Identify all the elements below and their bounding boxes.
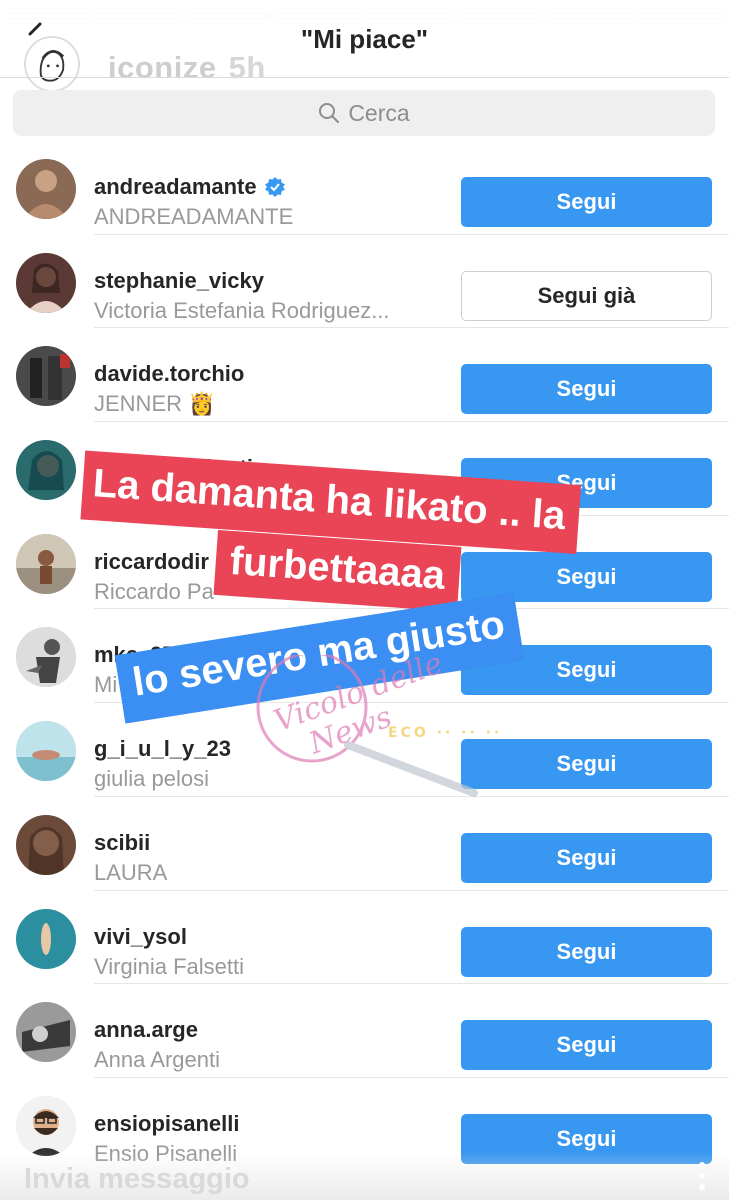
avatar[interactable]	[16, 252, 76, 313]
progress-segment	[638, 14, 723, 18]
full-name: JENNER 👸	[94, 391, 215, 417]
progress-segment	[186, 14, 272, 18]
follow-button[interactable]: Segui	[461, 177, 712, 227]
avatar[interactable]	[16, 721, 76, 782]
story-progress	[6, 14, 723, 18]
progress-segment	[548, 14, 633, 18]
username[interactable]: stephanie_vicky	[94, 268, 264, 294]
avatar[interactable]	[16, 533, 76, 594]
avatar[interactable]	[16, 908, 76, 969]
username-text[interactable]: andreadamante	[94, 174, 257, 200]
list-item[interactable]: stephanie_vicky Victoria Estefania Rodri…	[0, 235, 729, 329]
progress-segment	[6, 14, 91, 18]
story-username[interactable]: iconize	[108, 50, 217, 85]
full-name: Anna Argenti	[94, 1047, 220, 1073]
search-placeholder: Cerca	[348, 99, 410, 126]
username[interactable]: andreadamante	[94, 174, 285, 200]
more-options-icon[interactable]	[699, 1162, 705, 1190]
username[interactable]: vivi_ysol	[94, 924, 187, 950]
full-name-text: JENNER	[94, 391, 183, 417]
progress-segment	[96, 14, 181, 18]
follow-button[interactable]: Segui	[461, 739, 712, 790]
list-item[interactable]: anna.arge Anna Argenti Segui	[0, 984, 729, 1078]
avatar[interactable]	[16, 814, 76, 875]
story-reply-bar[interactable]: Invia messaggio	[0, 1152, 729, 1200]
full-name: Virginia Falsetti	[94, 953, 244, 979]
progress-segment	[277, 14, 362, 18]
search-icon	[319, 103, 340, 124]
username[interactable]: scibii	[94, 830, 150, 856]
list-item[interactable]: vivi_ysol Virginia Falsetti Segui	[0, 891, 729, 985]
username[interactable]: g_i_u_l_y_23	[94, 736, 231, 762]
full-name: Mi	[94, 672, 118, 698]
message-input[interactable]: Invia messaggio	[24, 1163, 250, 1196]
full-name: LAURA	[94, 859, 168, 885]
story-time: 5h	[228, 50, 266, 85]
username[interactable]: anna.arge	[94, 1017, 198, 1043]
follow-button[interactable]: Segui	[461, 1020, 712, 1071]
header: iconize 5h "Mi piace"	[0, 0, 729, 92]
username[interactable]: ensiopisanelli	[94, 1111, 240, 1137]
following-button[interactable]: Segui già	[461, 270, 712, 321]
list-item[interactable]: g_i_u_l_y_23 giulia pelosi Segui	[0, 703, 729, 797]
avatar[interactable]	[16, 1002, 76, 1063]
full-name: giulia pelosi	[94, 766, 209, 792]
username[interactable]: davide.torchio	[94, 361, 244, 387]
list-item[interactable]: andreadamante ANDREADAMANTE Segui	[0, 141, 729, 235]
princess-emoji-icon: 👸	[188, 391, 216, 417]
avatar[interactable]	[16, 346, 76, 407]
avatar[interactable]	[16, 627, 76, 688]
full-name: Victoria Estefania Rodriguez...	[94, 297, 390, 323]
follow-button[interactable]: Segui	[461, 832, 712, 883]
page-title: "Mi piace"	[300, 24, 429, 54]
header-divider	[0, 77, 729, 78]
full-name: ANDREADAMANTE	[94, 204, 294, 229]
avatar[interactable]	[16, 1095, 76, 1156]
search-bar[interactable]: Cerca	[13, 90, 715, 136]
avatar[interactable]	[16, 159, 76, 219]
list-item[interactable]: davide.torchio JENNER 👸 Segui	[0, 328, 729, 423]
story-author[interactable]: iconize 5h	[108, 50, 266, 86]
verified-badge-icon	[264, 177, 285, 197]
follow-button[interactable]: Segui	[461, 364, 712, 415]
avatar[interactable]	[16, 440, 76, 501]
list-item[interactable]: scibii LAURA Segui	[0, 797, 729, 891]
progress-segment	[457, 14, 543, 18]
follow-button[interactable]: Segui	[461, 926, 712, 977]
progress-segment	[367, 14, 452, 18]
